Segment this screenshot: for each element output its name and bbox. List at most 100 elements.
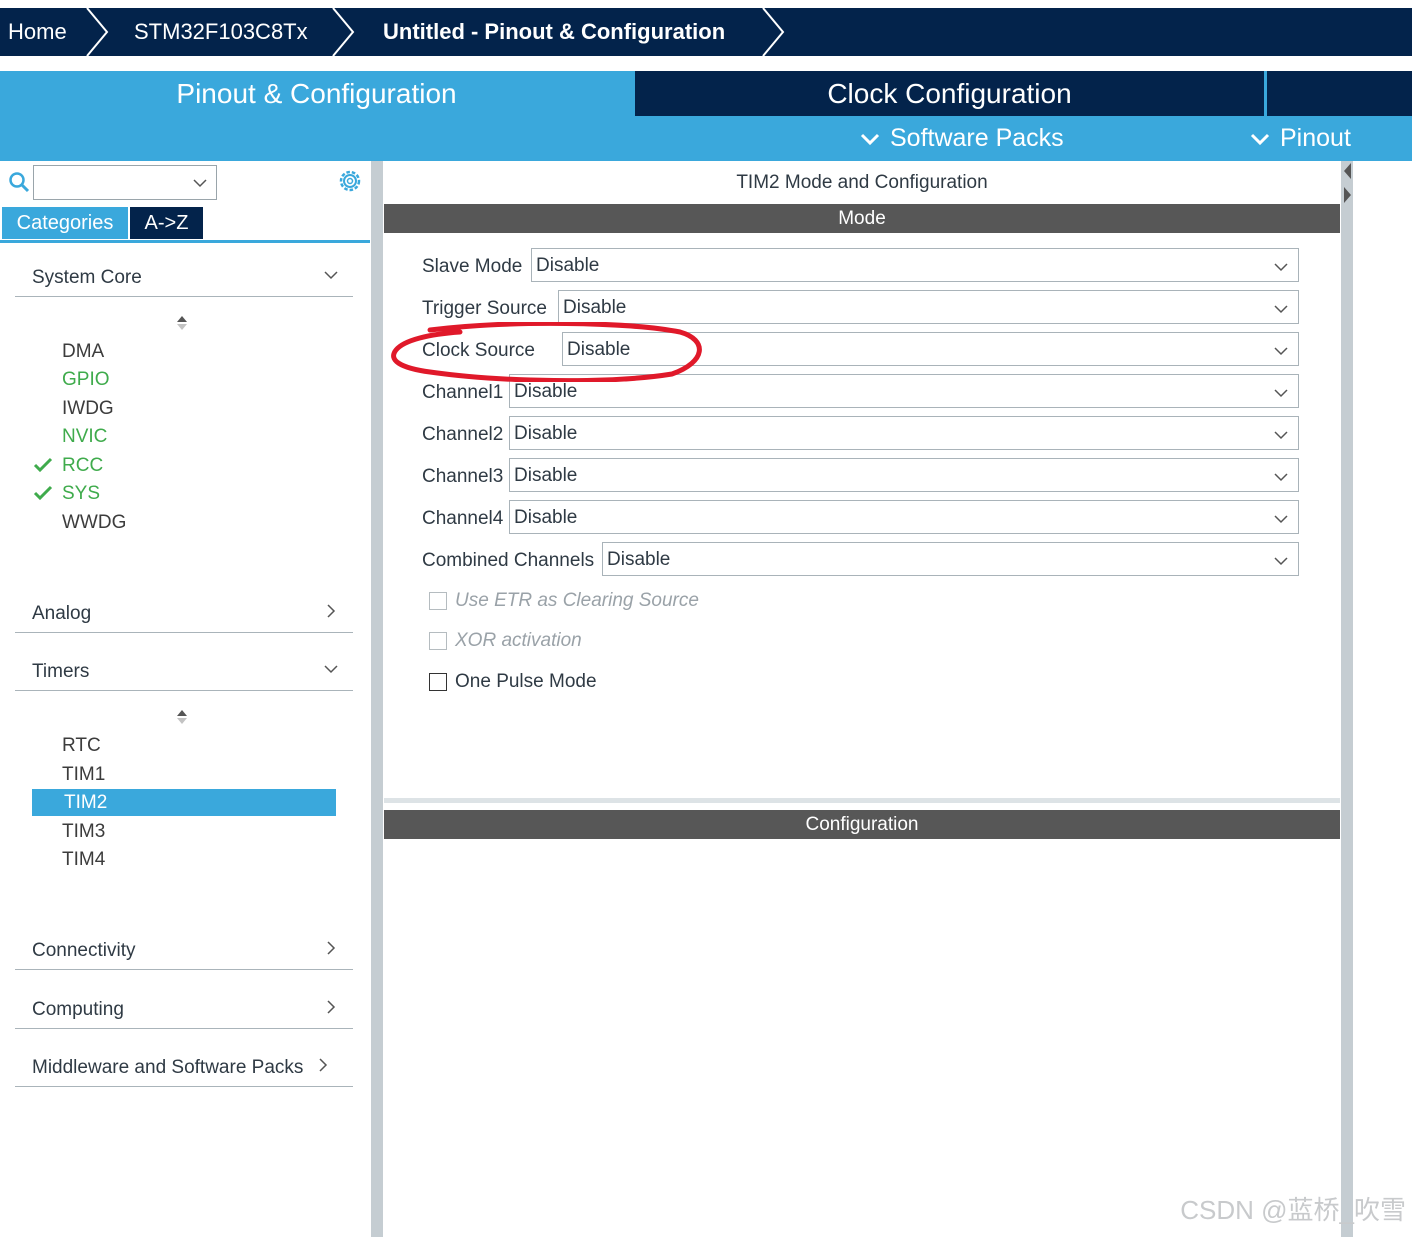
- use-etr-clearing-checkbox[interactable]: [429, 592, 447, 610]
- gear-icon[interactable]: [337, 168, 363, 194]
- breadcrumb-chevron-icon: [330, 8, 356, 56]
- one-pulse-mode-label: One Pulse Mode: [455, 671, 597, 692]
- chevron-down-icon: [1274, 259, 1288, 272]
- clock-source-value: Disable: [567, 339, 631, 360]
- tab-pinout-configuration[interactable]: Pinout & Configuration: [0, 71, 633, 116]
- channel1-dropdown[interactable]: Disable: [509, 374, 1299, 408]
- section-label: Middleware and Software Packs: [32, 1057, 304, 1078]
- channel2-label: Channel2: [422, 424, 504, 445]
- chevron-down-icon: [1274, 427, 1288, 440]
- sidebar-item-nvic[interactable]: NVIC: [62, 426, 107, 448]
- chevron-right-icon: [323, 603, 339, 619]
- sidebar-item-gpio[interactable]: GPIO: [62, 369, 110, 391]
- section-computing[interactable]: Computing: [15, 993, 353, 1029]
- check-icon: [33, 485, 53, 501]
- section-label: Computing: [32, 999, 124, 1020]
- section-analog[interactable]: Analog: [15, 597, 353, 633]
- tab-a-to-z[interactable]: A->Z: [130, 207, 203, 239]
- xor-activation-checkbox[interactable]: [429, 632, 447, 650]
- chevron-down-icon: [1274, 301, 1288, 314]
- breadcrumb-home[interactable]: Home: [8, 8, 67, 56]
- slave-mode-value: Disable: [536, 255, 600, 276]
- channel2-value: Disable: [514, 423, 578, 444]
- sidebar-item-tim3[interactable]: TIM3: [62, 821, 105, 843]
- chevron-down-icon: [860, 134, 880, 146]
- chevron-right-icon: [315, 1057, 331, 1073]
- vertical-scrollbar[interactable]: [1341, 161, 1353, 1237]
- chevron-down-icon: [323, 267, 339, 283]
- search-icon[interactable]: [8, 171, 30, 193]
- sidebar-item-rtc[interactable]: RTC: [62, 735, 101, 757]
- software-packs-label: Software Packs: [890, 124, 1064, 152]
- xor-activation-checkbox-row: XOR activation: [429, 630, 629, 652]
- combined-channels-label: Combined Channels: [422, 550, 595, 571]
- channel3-label: Channel3: [422, 466, 504, 487]
- tab-clock-configuration[interactable]: Clock Configuration: [635, 71, 1264, 116]
- breadcrumb-project[interactable]: Untitled - Pinout & Configuration: [383, 8, 725, 56]
- slave-mode-dropdown[interactable]: Disable: [531, 248, 1299, 282]
- clock-source-label: Clock Source: [422, 340, 535, 361]
- tab-extra[interactable]: [1267, 71, 1412, 116]
- search-input[interactable]: [33, 165, 217, 200]
- clock-source-dropdown[interactable]: Disable: [562, 332, 1299, 366]
- channel3-dropdown[interactable]: Disable: [509, 458, 1299, 492]
- combined-channels-dropdown[interactable]: Disable: [602, 542, 1299, 576]
- use-etr-clearing-checkbox-row: Use ETR as Clearing Source: [429, 590, 749, 612]
- tab-categories[interactable]: Categories: [2, 207, 128, 239]
- mode-configuration-panel: TIM2 Mode and Configuration Mode Slave M…: [384, 161, 1340, 1237]
- chevron-right-icon: [323, 999, 339, 1015]
- channel4-dropdown[interactable]: Disable: [509, 500, 1299, 534]
- section-label: System Core: [32, 267, 142, 288]
- configuration-header[interactable]: Configuration: [384, 810, 1340, 839]
- watermark: CSDN @蓝桥_吹雪: [1180, 1195, 1406, 1225]
- sidebar-item-dma[interactable]: DMA: [62, 341, 104, 363]
- check-icon: [33, 457, 53, 473]
- combined-channels-value: Disable: [607, 549, 671, 570]
- section-timers[interactable]: Timers: [15, 655, 353, 691]
- channel4-value: Disable: [514, 507, 578, 528]
- sidebar-item-wwdg[interactable]: WWDG: [62, 512, 126, 534]
- pinout-menu[interactable]: Pinout: [1250, 116, 1351, 161]
- use-etr-clearing-label: Use ETR as Clearing Source: [455, 590, 699, 611]
- sidebar-item-sys[interactable]: SYS: [62, 483, 100, 505]
- trigger-source-value: Disable: [563, 297, 627, 318]
- trigger-source-dropdown[interactable]: Disable: [558, 290, 1299, 324]
- one-pulse-mode-checkbox[interactable]: [429, 673, 447, 691]
- section-middleware[interactable]: Middleware and Software Packs: [15, 1051, 353, 1087]
- channel1-value: Disable: [514, 381, 578, 402]
- collapse-arrows-icon[interactable]: [1341, 161, 1353, 209]
- channel2-dropdown[interactable]: Disable: [509, 416, 1299, 450]
- software-packs-menu[interactable]: Software Packs: [860, 116, 1064, 161]
- breadcrumb-device[interactable]: STM32F103C8Tx: [134, 8, 308, 56]
- mode-header[interactable]: Mode: [384, 204, 1340, 233]
- main-tab-bar: Pinout & Configuration Clock Configurati…: [0, 71, 1412, 161]
- chevron-down-icon: [323, 661, 339, 677]
- chevron-down-icon[interactable]: [192, 176, 208, 188]
- breadcrumb-chevron-icon: [760, 8, 786, 56]
- section-label: Analog: [32, 603, 92, 624]
- sidebar-item-tim4[interactable]: TIM4: [62, 849, 105, 871]
- trigger-source-label: Trigger Source: [422, 298, 547, 319]
- sidebar-item-tim2[interactable]: TIM2: [64, 792, 107, 814]
- chevron-right-icon: [323, 940, 339, 956]
- chevron-down-icon: [1274, 343, 1288, 356]
- sidebar-splitter[interactable]: [371, 161, 383, 1237]
- channel3-value: Disable: [514, 465, 578, 486]
- breadcrumb: Home STM32F103C8Tx Untitled - Pinout & C…: [0, 8, 1412, 56]
- section-label: Timers: [32, 661, 90, 682]
- panel-title: TIM2 Mode and Configuration: [736, 172, 988, 193]
- pinout-menu-label: Pinout: [1280, 124, 1351, 152]
- sidebar-item-tim1[interactable]: TIM1: [62, 764, 105, 786]
- sort-icon[interactable]: [176, 709, 188, 725]
- sidebar-item-iwdg[interactable]: IWDG: [62, 398, 114, 420]
- sort-icon[interactable]: [176, 315, 188, 331]
- slave-mode-label: Slave Mode: [422, 256, 523, 277]
- tab-underline: [0, 240, 370, 243]
- sidebar-item-rcc[interactable]: RCC: [62, 455, 103, 477]
- chevron-down-icon: [1274, 511, 1288, 524]
- section-system-core[interactable]: System Core: [15, 261, 353, 297]
- panel-divider[interactable]: [384, 798, 1340, 803]
- chevron-down-icon: [1250, 134, 1270, 146]
- section-connectivity[interactable]: Connectivity: [15, 934, 353, 970]
- chevron-down-icon: [1274, 385, 1288, 398]
